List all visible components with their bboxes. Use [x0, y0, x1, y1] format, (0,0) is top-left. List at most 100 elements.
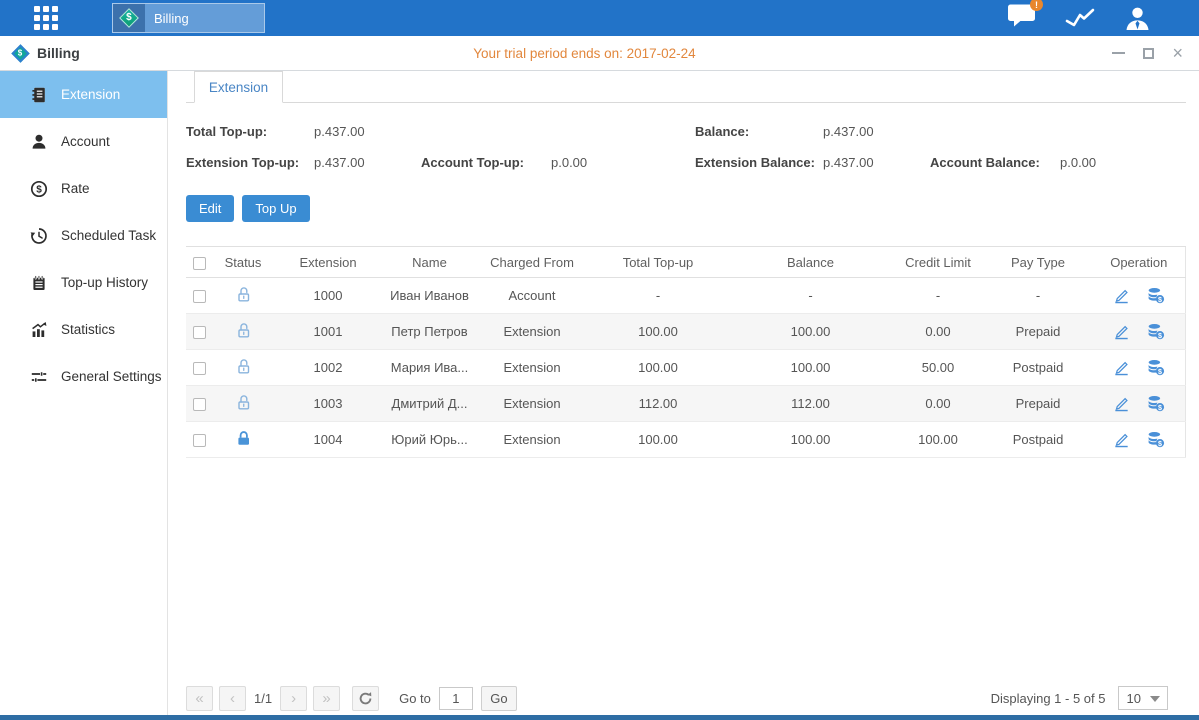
cell-charged-from: Extension [476, 314, 588, 350]
cell-pay-type: Prepaid [983, 314, 1093, 350]
col-extension: Extension [273, 247, 383, 278]
edit-row-icon[interactable] [1112, 322, 1131, 341]
sidebar-item-extension[interactable]: Extension [0, 71, 167, 118]
cell-extension: 1003 [273, 386, 383, 422]
select-all-checkbox[interactable] [193, 257, 206, 270]
topup-row-icon[interactable]: $ [1146, 394, 1166, 413]
toolbar: Edit Top Up [186, 195, 1186, 222]
first-page-button[interactable]: « [186, 686, 213, 711]
edit-row-icon[interactable] [1112, 394, 1131, 413]
row-checkbox[interactable] [193, 434, 206, 447]
close-button[interactable]: × [1172, 48, 1183, 59]
summary-extension-balance: Extension Balance: p.437.00 [695, 155, 930, 170]
cell-total-topup: 100.00 [588, 422, 728, 458]
reports-chart-icon[interactable] [1064, 7, 1097, 30]
sidebar-item-statistics[interactable]: Statistics [0, 306, 167, 353]
topup-row-icon[interactable]: $ [1146, 430, 1166, 449]
window-title: Billing [37, 45, 80, 61]
cell-balance: 100.00 [728, 422, 893, 458]
address-book-icon [30, 86, 48, 104]
cell-charged-from: Extension [476, 350, 588, 386]
sidebar-item-topup-history[interactable]: Top-up History [0, 259, 167, 306]
go-button[interactable]: Go [481, 686, 517, 711]
user-account-icon[interactable] [1124, 6, 1151, 31]
sidebar: Extension Account $ Rate [0, 71, 168, 715]
cell-credit-limit: 0.00 [893, 314, 983, 350]
last-page-button[interactable]: » [313, 686, 340, 711]
row-checkbox[interactable] [193, 290, 206, 303]
table-row: 1001 Петр Петров Extension 100.00 100.00… [186, 314, 1185, 350]
window-titlebar: $ Billing Your trial period ends on: 201… [0, 36, 1199, 71]
cell-total-topup: 100.00 [588, 314, 728, 350]
sidebar-item-rate[interactable]: $ Rate [0, 165, 167, 212]
summary-extension-topup: Extension Top-up: p.437.00 [186, 155, 421, 170]
svg-text:$: $ [1158, 404, 1162, 412]
history-clock-icon [30, 227, 48, 245]
sidebar-item-account[interactable]: Account [0, 118, 167, 165]
col-operation: Operation [1093, 247, 1185, 278]
topup-row-icon[interactable]: $ [1146, 358, 1166, 377]
messages-icon[interactable]: ! [1007, 3, 1037, 33]
edit-row-icon[interactable] [1112, 430, 1131, 449]
dollar-circle-icon: $ [30, 180, 48, 198]
table-row: 1000 Иван Иванов Account - - - - $ [186, 278, 1185, 314]
cell-name: Юрий Юрь... [383, 422, 476, 458]
status-unlocked-icon [234, 357, 253, 376]
top-up-button[interactable]: Top Up [242, 195, 309, 222]
goto-page-input[interactable] [439, 687, 473, 710]
cell-balance: 100.00 [728, 314, 893, 350]
col-name: Name [383, 247, 476, 278]
edit-row-icon[interactable] [1112, 358, 1131, 377]
page-size-select[interactable]: 10 [1118, 686, 1168, 710]
edit-row-icon[interactable] [1112, 286, 1131, 305]
cell-extension: 1000 [273, 278, 383, 314]
taskbar-item-billing[interactable]: $ Billing [112, 3, 265, 33]
app-grid-icon[interactable] [34, 6, 70, 30]
cell-pay-type: - [983, 278, 1093, 314]
cell-charged-from: Account [476, 278, 588, 314]
row-checkbox[interactable] [193, 326, 206, 339]
topup-row-icon[interactable]: $ [1146, 322, 1166, 341]
cell-total-topup: 100.00 [588, 350, 728, 386]
sidebar-item-label: Scheduled Task [61, 228, 156, 243]
sidebar-item-label: General Settings [61, 369, 162, 384]
col-charged-from: Charged From [476, 247, 588, 278]
minimize-button[interactable] [1112, 52, 1125, 54]
billing-window-icon: $ [11, 44, 29, 62]
sidebar-item-label: Top-up History [61, 275, 148, 290]
sidebar-item-general-settings[interactable]: General Settings [0, 353, 167, 400]
sliders-icon [30, 368, 48, 386]
tabstrip: Extension [186, 71, 1186, 103]
summary-total-topup: Total Top-up: p.437.00 [186, 124, 695, 139]
table-row: 1004 Юрий Юрь... Extension 100.00 100.00… [186, 422, 1185, 458]
cell-extension: 1002 [273, 350, 383, 386]
col-total-topup: Total Top-up [588, 247, 728, 278]
topbar: $ Billing ! [0, 0, 1199, 36]
refresh-button[interactable] [352, 686, 379, 711]
ledger-icon [30, 274, 48, 292]
refresh-icon [358, 691, 373, 706]
cell-balance: - [728, 278, 893, 314]
cell-extension: 1001 [273, 314, 383, 350]
next-page-button[interactable]: › [280, 686, 307, 711]
taskbar-item-label: Billing [154, 11, 189, 26]
col-balance: Balance [728, 247, 893, 278]
cell-pay-type: Prepaid [983, 386, 1093, 422]
sidebar-item-scheduled-task[interactable]: Scheduled Task [0, 212, 167, 259]
bottom-strip [0, 715, 1199, 720]
table-header-row: Status Extension Name Charged From Total… [186, 247, 1185, 278]
cell-name: Иван Иванов [383, 278, 476, 314]
edit-button[interactable]: Edit [186, 195, 234, 222]
cell-credit-limit: 50.00 [893, 350, 983, 386]
cell-credit-limit: 0.00 [893, 386, 983, 422]
sidebar-item-label: Statistics [61, 322, 115, 337]
topup-row-icon[interactable]: $ [1146, 286, 1166, 305]
row-checkbox[interactable] [193, 362, 206, 375]
cell-name: Дмитрий Д... [383, 386, 476, 422]
maximize-button[interactable] [1143, 48, 1154, 59]
tab-extension[interactable]: Extension [194, 71, 283, 103]
summary-account-balance: Account Balance: p.0.00 [930, 155, 1096, 170]
row-checkbox[interactable] [193, 398, 206, 411]
prev-page-button[interactable]: ‹ [219, 686, 246, 711]
page-indicator: 1/1 [254, 691, 272, 706]
